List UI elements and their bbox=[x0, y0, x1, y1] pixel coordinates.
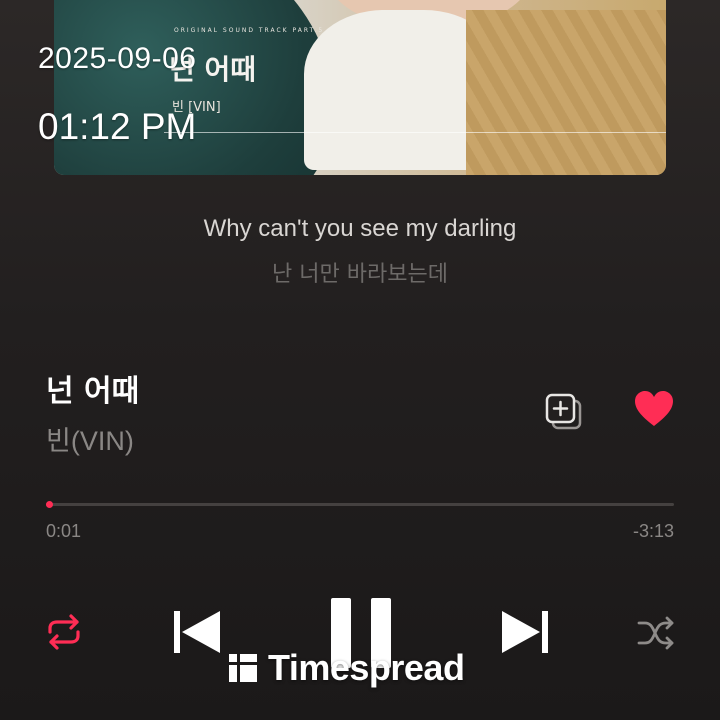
skip-next-icon bbox=[502, 611, 548, 653]
repeat-button[interactable] bbox=[44, 612, 84, 652]
heart-icon bbox=[635, 391, 673, 426]
album-art-ost-line: ORIGINAL SOUND TRACK PART.5 bbox=[174, 27, 325, 34]
album-art-decor-line bbox=[164, 132, 666, 133]
lyric-current-line[interactable]: Why can't you see my darling bbox=[0, 215, 720, 243]
progress-handle[interactable] bbox=[46, 501, 54, 508]
repeat-icon bbox=[48, 614, 80, 650]
time-elapsed: 0:01 bbox=[46, 521, 82, 541]
watermark: Timespread bbox=[228, 646, 465, 690]
next-button[interactable] bbox=[500, 607, 550, 657]
song-title: 넌 어때 bbox=[46, 374, 140, 409]
time-remaining: -3:13 bbox=[632, 521, 674, 541]
timestamp-date: 2025-09-06 bbox=[38, 42, 197, 75]
progress-bar[interactable] bbox=[46, 501, 674, 508]
add-to-playlist-icon bbox=[545, 393, 582, 430]
add-to-playlist-button[interactable] bbox=[544, 392, 584, 432]
like-button[interactable] bbox=[633, 389, 675, 429]
timestamp-time: 01:12 PM bbox=[38, 106, 197, 147]
previous-button[interactable] bbox=[172, 607, 222, 657]
skip-previous-icon bbox=[174, 611, 220, 653]
album-art: ORIGINAL SOUND TRACK PART.5 넌 어때 빈 [VIN] bbox=[54, 0, 666, 175]
lyric-next-line[interactable]: 난 너만 바라보는데 bbox=[0, 256, 720, 288]
song-artist[interactable]: 빈(VIN) bbox=[46, 419, 134, 458]
watermark-text: Timespread bbox=[268, 647, 465, 688]
timespread-logo-icon bbox=[229, 654, 257, 682]
shuffle-icon bbox=[637, 616, 674, 650]
shuffle-button[interactable] bbox=[636, 614, 676, 652]
album-art-sweater bbox=[466, 10, 666, 175]
